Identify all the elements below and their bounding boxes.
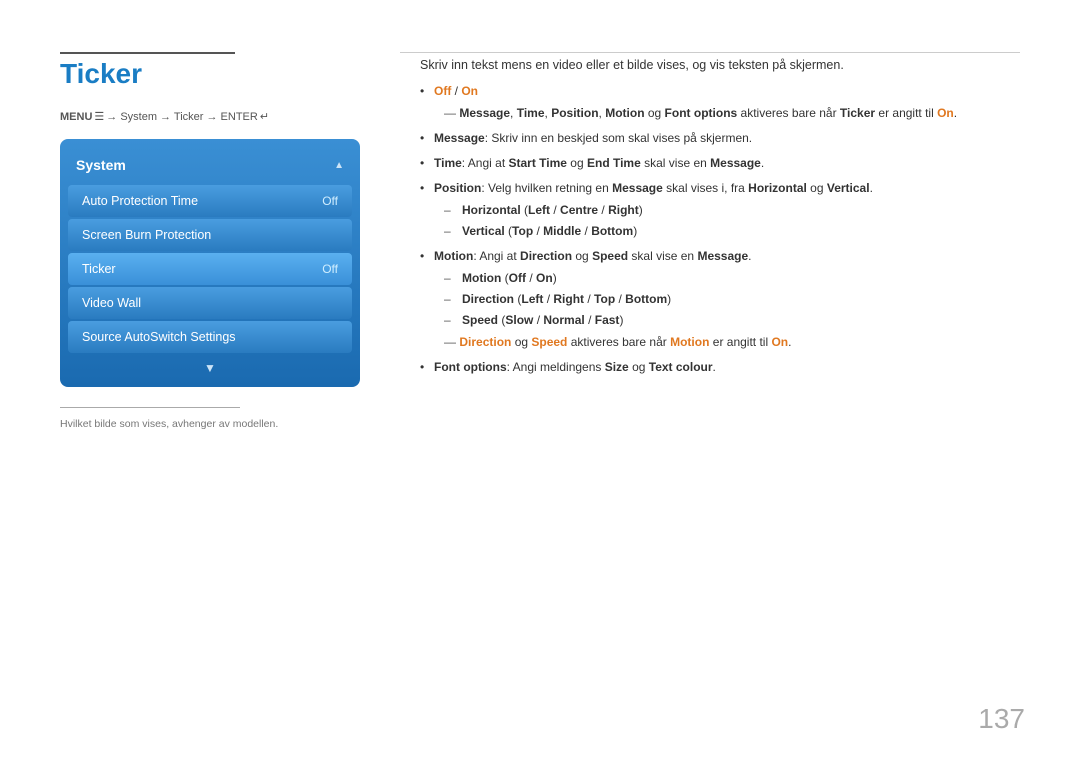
menu-item-value: Off — [322, 262, 338, 276]
list-item-font-options: Font options: Angi meldingens Size og Te… — [420, 358, 1020, 376]
menu-item-value: Off — [322, 194, 338, 208]
arrow-down-icon: ▼ — [60, 355, 360, 377]
footnote: Hvilket bilde som vises, avhenger av mod… — [60, 418, 380, 430]
right-column: Skriv inn tekst mens en video eller et b… — [400, 58, 1020, 733]
menu-item-label: Source AutoSwitch Settings — [82, 330, 236, 344]
menu-icon: ☰ — [94, 110, 104, 123]
bullet-list: Off / On Message, Time, Position, Motion… — [420, 82, 1020, 376]
left-column: Ticker MENU ☰ → System → Ticker → ENTER … — [60, 58, 400, 733]
sub-item-horizontal: Horizontal (Left / Centre / Right) — [444, 201, 1020, 219]
menu-item-label: Video Wall — [82, 296, 141, 310]
enter-icon: ↵ — [260, 110, 269, 123]
motion-note: Direction og Speed aktiveres bare når Mo… — [434, 333, 1020, 351]
menu-label: MENU — [60, 111, 92, 123]
sub-item-vertical: Vertical (Top / Middle / Bottom) — [444, 222, 1020, 240]
arrow-up-icon: ▲ — [334, 160, 344, 171]
list-item-off-on: Off / On Message, Time, Position, Motion… — [420, 82, 1020, 122]
menu-item-video-wall[interactable]: Video Wall — [68, 287, 352, 319]
menu-item-label: Auto Protection Time — [82, 194, 198, 208]
intro-text: Skriv inn tekst mens en video eller et b… — [420, 58, 1020, 72]
system-panel-title: System — [76, 157, 126, 173]
off-label: Off — [434, 84, 451, 98]
menu-item-label: Ticker — [82, 262, 116, 276]
menu-item-screen-burn[interactable]: Screen Burn Protection — [68, 219, 352, 251]
top-rule-left — [60, 52, 235, 54]
sub-item-direction: Direction (Left / Right / Top / Bottom) — [444, 290, 1020, 308]
list-item-motion: Motion: Angi at Direction og Speed skal … — [420, 247, 1020, 351]
page-title: Ticker — [60, 58, 380, 90]
top-rule-right — [400, 52, 1020, 53]
menu-item-auto-protection[interactable]: Auto Protection Time Off — [68, 185, 352, 217]
off-on-note: Message, Time, Position, Motion og Font … — [434, 104, 1020, 122]
on-label: On — [461, 84, 478, 98]
list-item-time: Time: Angi at Start Time og End Time ska… — [420, 154, 1020, 172]
menu-item-ticker[interactable]: Ticker Off — [68, 253, 352, 285]
menu-path: MENU ☰ → System → Ticker → ENTER ↵ — [60, 110, 380, 123]
position-sub-list: Horizontal (Left / Centre / Right) Verti… — [444, 201, 1020, 240]
system-panel: System ▲ Auto Protection Time Off Screen… — [60, 139, 360, 387]
menu-item-source-auto[interactable]: Source AutoSwitch Settings — [68, 321, 352, 353]
system-panel-header: System ▲ — [60, 149, 360, 183]
sub-item-speed: Speed (Slow / Normal / Fast) — [444, 311, 1020, 329]
list-item-position: Position: Velg hvilken retning en Messag… — [420, 179, 1020, 240]
sub-item-motion-off-on: Motion (Off / On) — [444, 269, 1020, 287]
motion-sub-list: Motion (Off / On) Direction (Left / Righ… — [444, 269, 1020, 329]
list-item-message: Message: Skriv inn en beskjed som skal v… — [420, 129, 1020, 147]
menu-item-label: Screen Burn Protection — [82, 228, 211, 242]
page-number: 137 — [978, 703, 1025, 735]
left-divider — [60, 407, 240, 408]
